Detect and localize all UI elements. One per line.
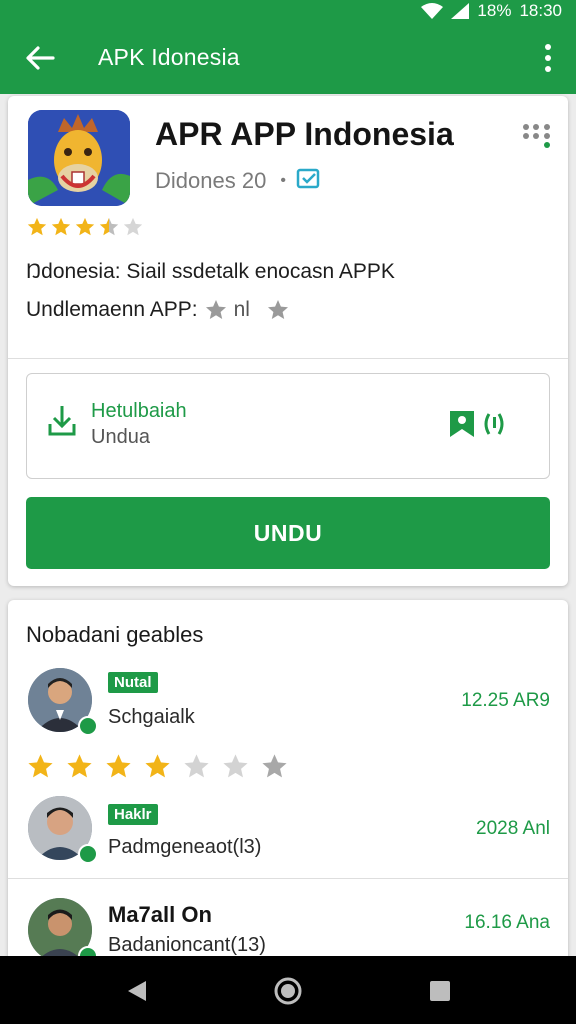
verified-badge-icon bbox=[78, 716, 98, 736]
back-button[interactable] bbox=[22, 40, 58, 76]
avatar[interactable] bbox=[28, 668, 98, 736]
reviewer-name: Ma7all On bbox=[108, 902, 212, 927]
download-button[interactable]: UNDU bbox=[26, 497, 550, 569]
developer-name[interactable]: Didones 20 bbox=[155, 168, 266, 194]
grid-dots-button[interactable] bbox=[522, 122, 552, 148]
star-icon bbox=[205, 300, 226, 319]
review-rating-stars bbox=[26, 752, 289, 781]
timer-icon bbox=[484, 413, 504, 435]
star-icon bbox=[267, 300, 288, 319]
description-line-2-suffix: nl bbox=[233, 298, 250, 321]
nav-home-icon bbox=[274, 977, 302, 1005]
reviews-title: Nobadani geables bbox=[26, 622, 204, 647]
signal-icon bbox=[451, 3, 470, 19]
app-rating-stars bbox=[26, 216, 144, 238]
app-detail-card: APR APP Indonesia Didones 20 • Ŋdonesia:… bbox=[8, 96, 568, 586]
review-time: 16.16 Ana bbox=[464, 912, 550, 933]
bookmark-icon bbox=[450, 411, 474, 437]
app-icon[interactable] bbox=[28, 110, 130, 206]
back-arrow-icon bbox=[26, 46, 55, 70]
verified-badge-icon bbox=[78, 844, 98, 864]
review-time: 12.25 AR9 bbox=[461, 690, 550, 711]
system-nav-bar bbox=[0, 956, 576, 1024]
star-icon bbox=[75, 217, 95, 236]
description-line-1: Ŋdonesia: Siail ssdetalk enocasn APPK bbox=[26, 260, 395, 283]
star-icon bbox=[106, 754, 131, 778]
app-name: APR APP Indonesia bbox=[155, 116, 454, 152]
avatar[interactable] bbox=[28, 796, 98, 864]
empty-star-icon bbox=[184, 754, 209, 778]
verified-icon bbox=[296, 166, 322, 195]
grid-dots-icon bbox=[523, 124, 550, 148]
star-icon bbox=[67, 754, 92, 778]
star-icon bbox=[28, 754, 53, 778]
description-line-2: Undlemaenn APP: nl bbox=[26, 298, 290, 322]
nav-recents-icon bbox=[430, 981, 450, 1001]
empty-star-icon bbox=[123, 217, 143, 236]
nav-back-icon bbox=[128, 981, 146, 1001]
reviewer-name: Padmgeneaot(l3) bbox=[108, 836, 262, 858]
wifi-icon bbox=[421, 3, 444, 19]
star-icon bbox=[145, 754, 170, 778]
install-panel[interactable]: Hetulbaiah Undua bbox=[26, 373, 550, 479]
nav-recents-button[interactable] bbox=[423, 974, 457, 1008]
separator-dot: • bbox=[280, 171, 286, 189]
developer-line: Didones 20 • bbox=[155, 166, 322, 195]
reviewer-subtitle: Badanioncant(13) bbox=[108, 934, 266, 956]
avatar[interactable] bbox=[28, 898, 98, 966]
star-icon bbox=[51, 217, 71, 236]
nav-back-button[interactable] bbox=[120, 974, 154, 1008]
install-actions[interactable] bbox=[449, 410, 505, 438]
star-icon bbox=[27, 217, 47, 236]
review-tag: Haklr bbox=[108, 804, 158, 825]
review-tag: Nutal bbox=[108, 672, 158, 693]
app-bar-title: APK Idonesia bbox=[98, 44, 240, 70]
mascot-icon bbox=[28, 110, 130, 206]
description-line-2-text: Undlemaenn APP: bbox=[26, 298, 198, 321]
divider bbox=[8, 878, 568, 879]
app-bar: APK Idonesia bbox=[0, 22, 576, 94]
empty-star-icon bbox=[223, 754, 248, 778]
reviewer-name: Schgaialk bbox=[108, 706, 195, 728]
nav-home-button[interactable] bbox=[271, 974, 305, 1008]
status-icons: 18% 18:30 bbox=[421, 0, 562, 22]
install-title: Hetulbaiah bbox=[91, 400, 187, 422]
clock-text: 18:30 bbox=[519, 1, 562, 20]
divider bbox=[8, 358, 568, 359]
empty-star-icon bbox=[262, 754, 287, 778]
overflow-menu-button[interactable] bbox=[536, 40, 560, 76]
install-subtitle: Undua bbox=[91, 426, 150, 448]
battery-text: 18% bbox=[477, 1, 512, 20]
status-bar: 18% 18:30 bbox=[0, 0, 576, 22]
overflow-menu-icon bbox=[545, 44, 551, 50]
review-time: 2028 Anl bbox=[476, 818, 550, 839]
half-star-icon bbox=[99, 217, 119, 236]
download-icon bbox=[47, 404, 77, 443]
